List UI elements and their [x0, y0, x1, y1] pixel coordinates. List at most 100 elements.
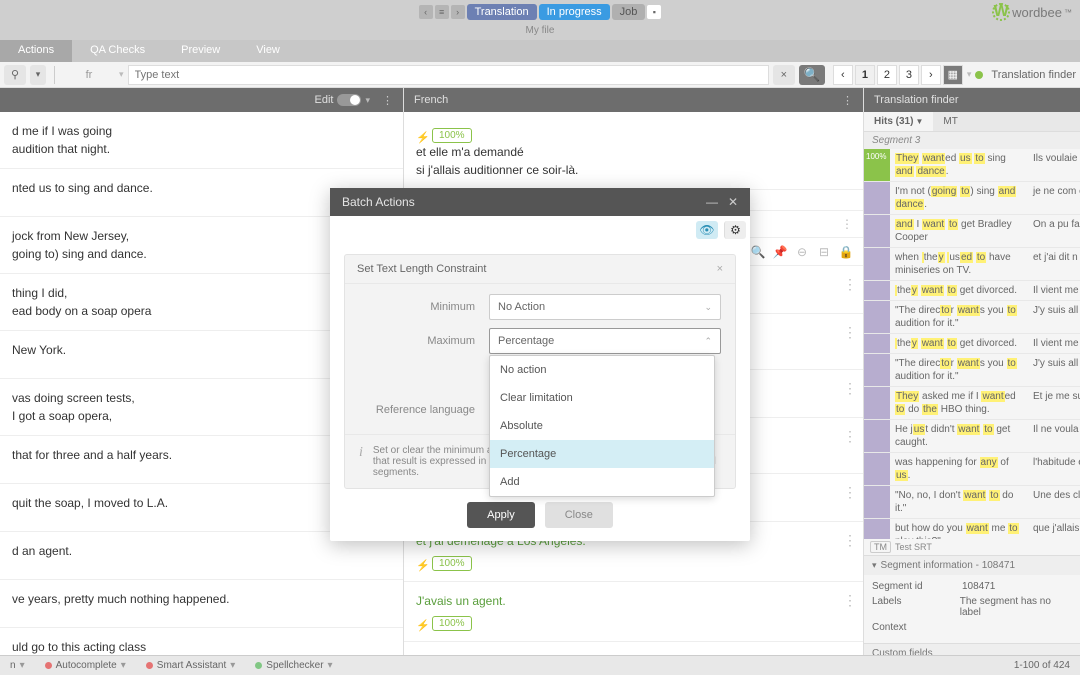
- target-segment[interactable]: J'allais à ce cours de théâtre avec mes …: [404, 642, 863, 655]
- row-more-icon[interactable]: ⋮: [843, 276, 857, 293]
- menu-qa[interactable]: QA Checks: [72, 40, 163, 62]
- hit-row[interactable]: "The director wants you to audition for …: [864, 354, 1080, 387]
- apply-button[interactable]: Apply: [467, 502, 535, 528]
- option-add[interactable]: Add: [490, 468, 714, 496]
- custom-fields-header[interactable]: Custom fields: [864, 643, 1080, 655]
- tab-mt[interactable]: MT: [933, 112, 967, 131]
- nav-next-icon[interactable]: ›: [451, 5, 465, 19]
- hit-row[interactable]: they want to get divorced.Il vient me: [864, 281, 1080, 301]
- finder-label: Translation finder: [991, 69, 1076, 81]
- settings-gear-icon[interactable]: ⚙: [724, 221, 746, 239]
- status-dot: [975, 71, 983, 79]
- hit-row[interactable]: they want to get divorced.Il vient me: [864, 334, 1080, 354]
- top-bar: ‹ ≡ › Translation In progress Job ▪ Wwor…: [0, 0, 1080, 24]
- source-segment[interactable]: d me if I was goingaudition that night.: [0, 112, 403, 169]
- lock-icon[interactable]: 🔒: [839, 245, 853, 259]
- page-3[interactable]: 3: [899, 65, 919, 85]
- lang-display[interactable]: fr: [63, 69, 115, 81]
- search-button[interactable]: 🔍: [799, 65, 825, 85]
- batch-actions-modal: Batch Actions — ✕ 👁 ⚙ Set Text Length Co…: [330, 188, 750, 541]
- file-name[interactable]: My file: [0, 24, 1080, 40]
- menu-bar: Actions QA Checks Preview View: [0, 40, 1080, 62]
- tag-job[interactable]: Job: [612, 4, 646, 20]
- source-header: Edit ▾ ⋮: [0, 88, 403, 112]
- option-percentage[interactable]: Percentage: [490, 440, 714, 468]
- source-more-icon[interactable]: ⋮: [382, 94, 393, 107]
- hit-row[interactable]: and I want to get Bradley CooperOn a pu …: [864, 215, 1080, 248]
- target-header: French ⋮: [404, 88, 863, 112]
- menu-view[interactable]: View: [238, 40, 298, 62]
- minimum-label: Minimum: [359, 301, 489, 313]
- hit-row[interactable]: was happening for any of us.l'habitude e…: [864, 453, 1080, 486]
- page-1[interactable]: 1: [855, 65, 875, 85]
- minimize-icon[interactable]: —: [706, 195, 718, 209]
- target-segment[interactable]: J'avais un agent. ⚡100% ⋮: [404, 582, 863, 642]
- close-button[interactable]: Close: [545, 502, 613, 528]
- preview-eye-icon[interactable]: 👁: [696, 221, 718, 239]
- source-segment[interactable]: ve years, pretty much nothing happened.: [0, 580, 403, 628]
- minimum-select[interactable]: No Action⌄: [489, 294, 721, 320]
- close-icon[interactable]: ✕: [728, 195, 738, 209]
- page-2[interactable]: 2: [877, 65, 897, 85]
- autocomplete-label[interactable]: Autocomplete: [56, 660, 117, 671]
- modal-header: Batch Actions — ✕: [330, 188, 750, 216]
- row-more-icon[interactable]: ⋮: [841, 217, 853, 231]
- panel-close-icon[interactable]: ×: [717, 263, 723, 275]
- search-small-icon[interactable]: 🔍: [751, 245, 765, 259]
- segment-info-header[interactable]: ▾Segment information - 108471: [864, 555, 1080, 575]
- option-clear[interactable]: Clear limitation: [490, 384, 714, 412]
- finder-header: Translation finder: [864, 88, 1080, 112]
- menu-actions[interactable]: Actions: [0, 40, 72, 62]
- tag-in-progress[interactable]: In progress: [539, 4, 610, 20]
- constraint-panel: Set Text Length Constraint × Minimum No …: [344, 254, 736, 489]
- menu-preview[interactable]: Preview: [163, 40, 238, 62]
- panel-header: Set Text Length Constraint ×: [345, 255, 735, 284]
- page-next[interactable]: ›: [921, 65, 941, 85]
- target-segment[interactable]: ⚡100% et elle m'a demandé si j'allais au…: [404, 112, 863, 190]
- hit-row[interactable]: They asked me if I wanted to do the HBO …: [864, 387, 1080, 420]
- search-input[interactable]: [128, 65, 769, 85]
- option-absolute[interactable]: Absolute: [490, 412, 714, 440]
- page-prev[interactable]: ‹: [833, 65, 853, 85]
- finder-panel: Translation finder Hits (31)▼ MT Segment…: [863, 88, 1080, 655]
- hit-row[interactable]: but how do you want me to play this?"que…: [864, 519, 1080, 539]
- finder-tabs: Hits (31)▼ MT: [864, 112, 1080, 132]
- reference-language-label: Reference language: [359, 404, 489, 416]
- clear-icon[interactable]: ×: [773, 65, 795, 85]
- hits-list: 100%They wanted us to sing and dance.Ils…: [864, 149, 1080, 539]
- spellchecker-label[interactable]: Spellchecker: [266, 660, 323, 671]
- target-more-icon[interactable]: ⋮: [842, 94, 853, 107]
- search-bar: ⚲ ▾ fr ▾ × 🔍 ‹ 1 2 3 › ▦ ▾ Translation f…: [0, 62, 1080, 88]
- nav-prev-icon[interactable]: ‹: [419, 5, 433, 19]
- hit-row[interactable]: when they used to have miniseries on TV.…: [864, 248, 1080, 281]
- source-segment[interactable]: uld go to this acting classanie Griffith…: [0, 628, 403, 655]
- hit-row[interactable]: 100%They wanted us to sing and dance.Ils…: [864, 149, 1080, 182]
- hit-row[interactable]: I'm not (going to) sing and dance.je ne …: [864, 182, 1080, 215]
- brand-logo: Wwordbee™: [992, 3, 1072, 21]
- info-icon: i: [359, 445, 363, 478]
- tab-hits[interactable]: Hits (31)▼: [864, 112, 933, 131]
- edit-toggle[interactable]: [337, 94, 361, 106]
- tm-badge: TM: [870, 541, 891, 553]
- segment-indicator: Segment 3: [864, 132, 1080, 149]
- hit-row[interactable]: "The director wants you to audition for …: [864, 301, 1080, 334]
- refresh-icon[interactable]: ▾: [30, 65, 46, 85]
- bolt-icon: ⚡: [416, 559, 426, 569]
- minus-icon[interactable]: ⊟: [817, 245, 831, 259]
- maximum-select[interactable]: Percentage⌃: [489, 328, 721, 354]
- status-bar: n▾ Autocomplete▾ Smart Assistant▾ Spellc…: [0, 655, 1080, 675]
- pagination: ‹ 1 2 3 › ▦ ▾: [833, 65, 972, 85]
- nav-list-icon[interactable]: ≡: [435, 5, 449, 19]
- video-icon[interactable]: ▪: [647, 5, 661, 19]
- page-settings-icon[interactable]: ▦: [943, 65, 963, 85]
- hit-row[interactable]: He just didn't want to get caught.Il ne …: [864, 420, 1080, 453]
- pin-icon[interactable]: 📌: [773, 245, 787, 259]
- tag-translation[interactable]: Translation: [467, 4, 537, 20]
- hit-row[interactable]: "No, no, I don't want to do it."Une des …: [864, 486, 1080, 519]
- filter-icon[interactable]: ⚲: [4, 65, 26, 85]
- smart-assistant-label[interactable]: Smart Assistant: [157, 660, 226, 671]
- option-no-action[interactable]: No action: [490, 356, 714, 384]
- circle-icon[interactable]: ⊖: [795, 245, 809, 259]
- row-count: 1-100 of 424: [1014, 660, 1070, 671]
- tm-source: TM Test SRT: [864, 539, 1080, 555]
